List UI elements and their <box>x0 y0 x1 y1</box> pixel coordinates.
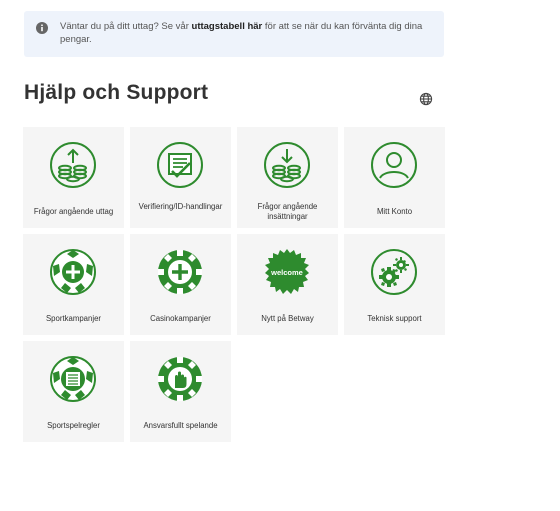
withdrawal-notice: Väntar du på ditt uttag? Se vår uttagsta… <box>24 11 444 57</box>
tile-casino-promotions[interactable]: Casinokampanjer <box>130 234 231 335</box>
document-check-icon <box>157 142 203 188</box>
football-plus-icon <box>50 249 96 295</box>
tile-label: Ansvarsfullt spelande <box>143 421 218 430</box>
globe-icon[interactable] <box>419 92 433 106</box>
gears-icon <box>371 249 417 295</box>
tile-verification[interactable]: Verifiering/ID-handlingar <box>130 127 231 228</box>
user-icon <box>371 142 417 188</box>
tile-label: Frågor angående uttag <box>33 207 114 216</box>
page-title: Hjälp och Support <box>24 81 209 104</box>
tile-label: Sportkampanjer <box>45 314 102 323</box>
tile-withdrawals[interactable]: Frågor angående uttag <box>23 127 124 228</box>
welcome-badge-icon: welcome <box>265 249 309 294</box>
tile-label: Sportspelregler <box>47 421 100 430</box>
football-rules-icon <box>50 356 96 402</box>
chip-plus-icon <box>158 250 202 294</box>
tile-sport-promotions[interactable]: Sportkampanjer <box>23 234 124 335</box>
info-icon <box>36 22 48 34</box>
withdrawal-table-link[interactable]: uttagstabell här <box>192 21 263 32</box>
tile-label: Nytt på Betway <box>261 314 314 323</box>
coins-up-icon <box>50 142 96 188</box>
welcome-badge-text: welcome <box>270 268 303 277</box>
coins-down-icon <box>264 142 310 188</box>
tile-sports-rules[interactable]: Sportspelregler <box>23 341 124 442</box>
tile-deposits[interactable]: Frågor angående insättningar <box>237 127 338 228</box>
tile-tech-support[interactable]: Teknisk support <box>344 234 445 335</box>
tile-label: Frågor angående insättningar <box>257 202 318 221</box>
notice-text-before: Väntar du på ditt uttag? Se vår <box>60 21 192 32</box>
tile-my-account[interactable]: Mitt Konto <box>344 127 445 228</box>
tile-label: Mitt Konto <box>376 207 413 216</box>
tile-label: Teknisk support <box>367 314 422 323</box>
tile-news[interactable]: welcome Nytt på Betway <box>237 234 338 335</box>
tile-label: Verifiering/ID-handlingar <box>138 202 223 211</box>
support-category-grid: Frågor angående uttag Verifiering/ID-han… <box>23 127 445 442</box>
tile-responsible-gaming[interactable]: Ansvarsfullt spelande <box>130 341 231 442</box>
chip-hand-icon <box>158 357 202 401</box>
tile-label: Casinokampanjer <box>150 314 211 323</box>
